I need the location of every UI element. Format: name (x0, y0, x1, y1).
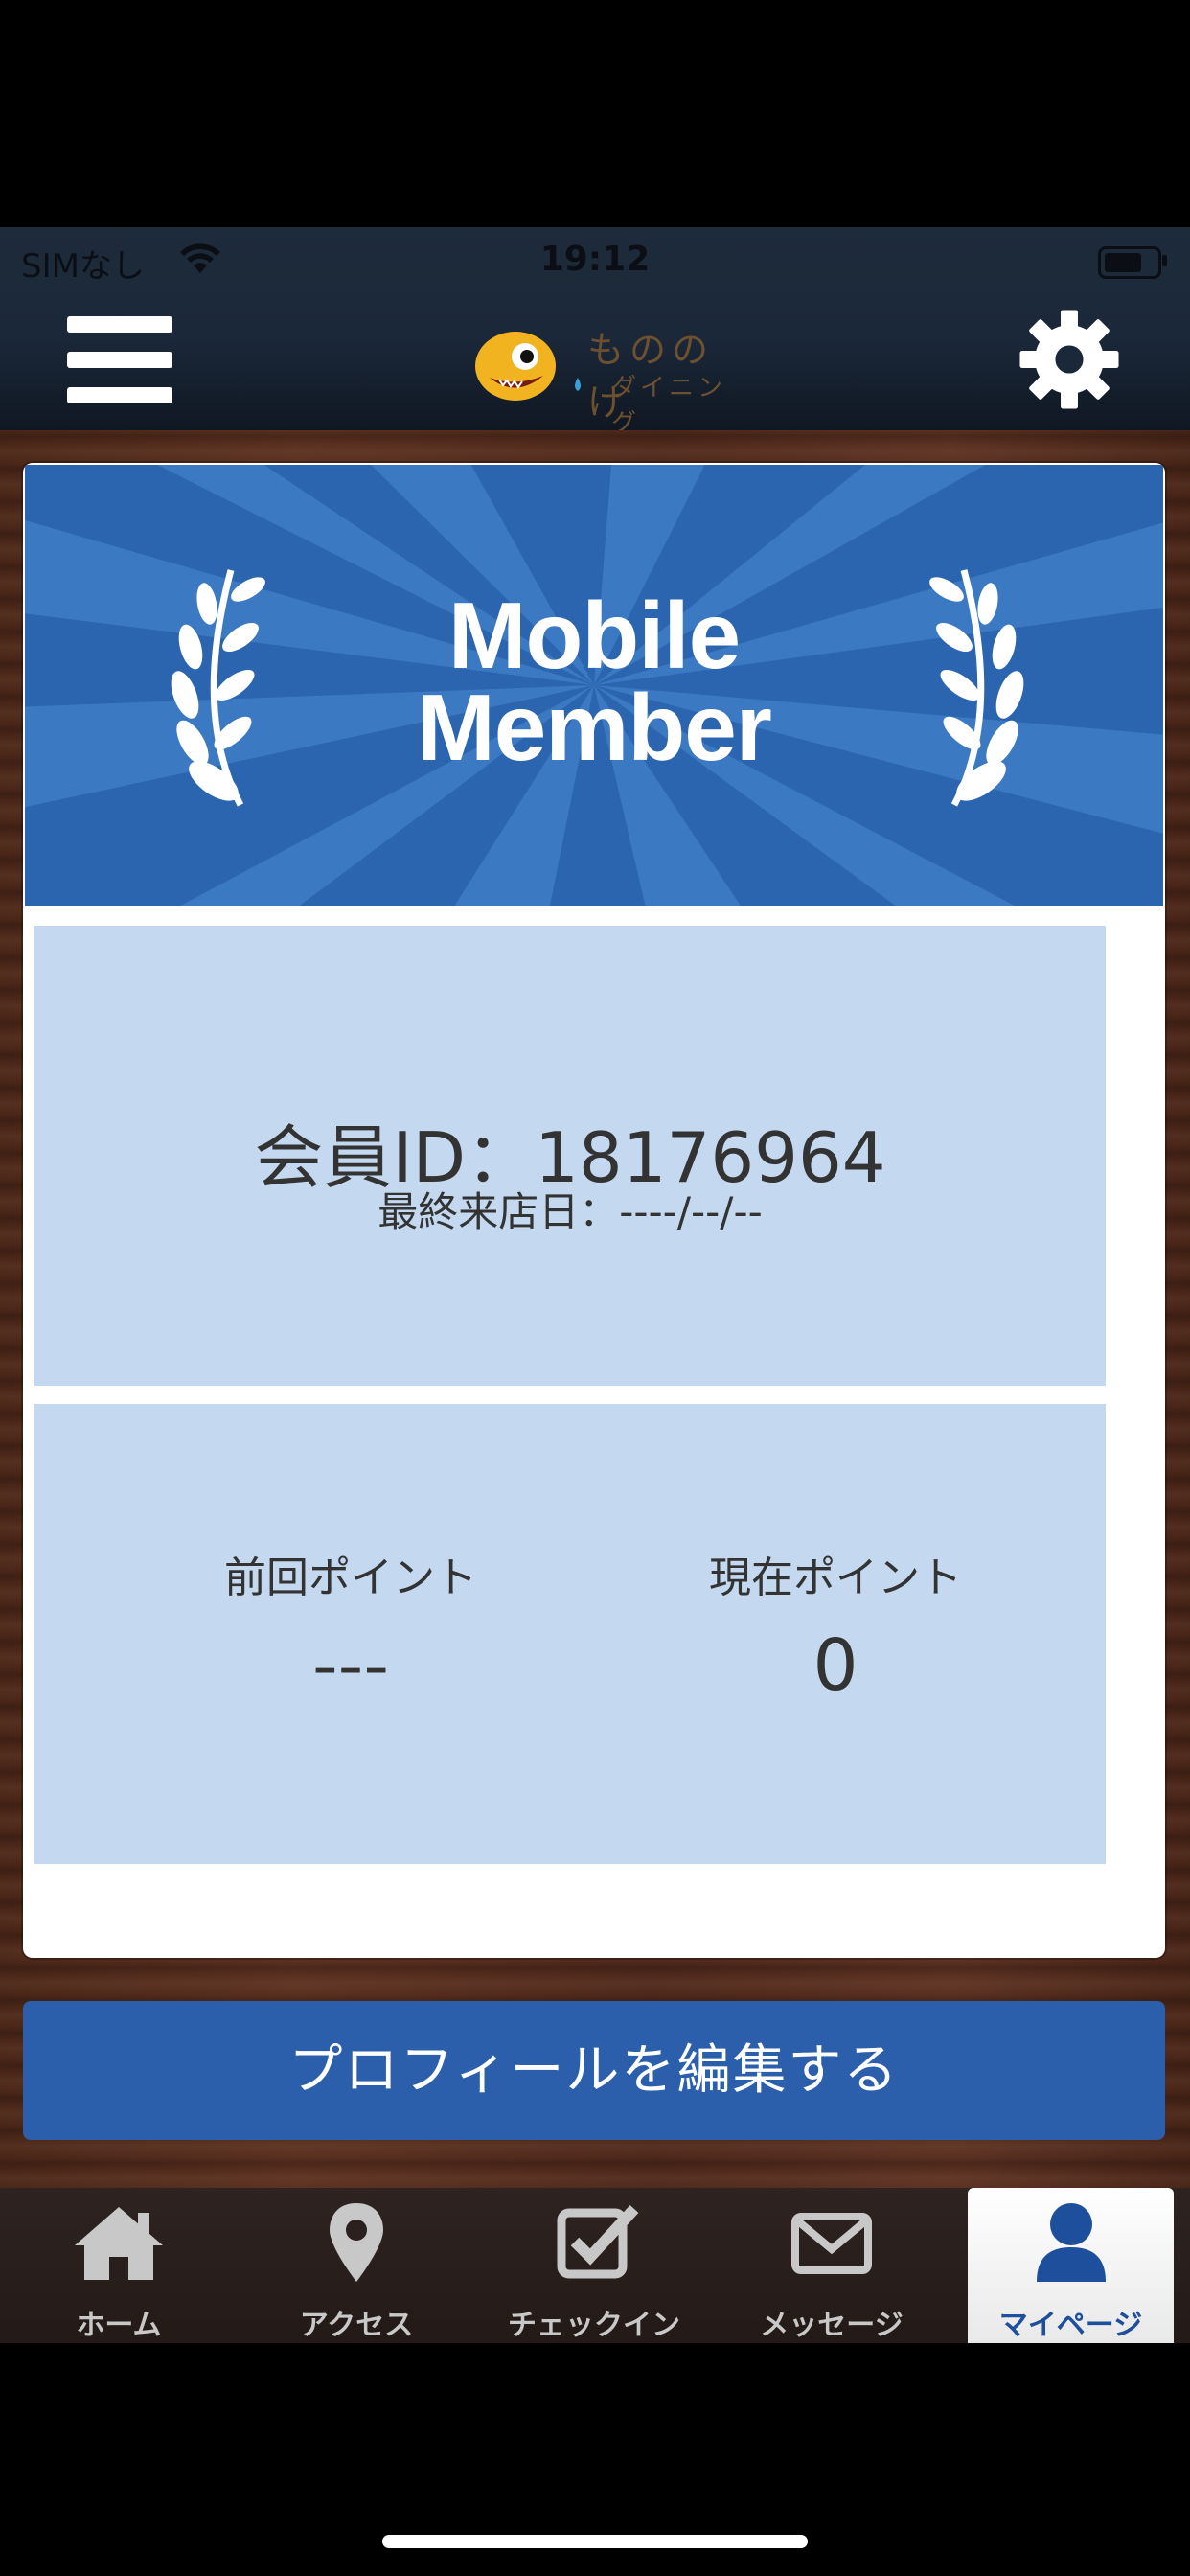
banner-title: Mobile Member (25, 583, 1163, 780)
home-indicator[interactable] (382, 2535, 808, 2548)
mobile-member-banner: Mobile Member (25, 465, 1163, 906)
current-points-label: 現在ポイント (709, 1553, 962, 1602)
tab-home-label: ホーム (76, 2309, 162, 2342)
checkbox-icon (557, 2204, 639, 2279)
map-pin-icon (330, 2203, 383, 2282)
menu-button[interactable] (67, 316, 172, 404)
home-icon (75, 2207, 163, 2280)
tab-mypage-label: マイページ (998, 2309, 1143, 2342)
hamburger-icon-bar (67, 316, 172, 333)
logo-text-line2: ダイニング (611, 374, 727, 438)
tab-checkin[interactable]: チェックイン (475, 2188, 713, 2343)
member-id-panel: 会員ID：18176964 最終来店日：----/--/-- (34, 926, 1106, 1386)
current-points-value: 0 (812, 1624, 858, 1707)
brand-logo: もののけ ダイニング (472, 318, 741, 438)
status-bar: SIMなし 19:12 (0, 227, 1190, 294)
clock: 19:12 (539, 240, 651, 279)
tab-access-label: アクセス (299, 2309, 414, 2342)
banner-title-line1: Mobile (447, 583, 741, 688)
banner-title-line2: Member (417, 675, 772, 780)
tab-mypage[interactable]: マイページ (968, 2188, 1174, 2343)
last-visit-date: 最終来店日：----/--/-- (378, 1188, 763, 1235)
hamburger-icon-bar (67, 387, 172, 403)
monster-mascot-icon (475, 332, 581, 401)
hamburger-icon-bar (67, 352, 172, 368)
previous-points-value: --- (311, 1624, 390, 1707)
tab-home[interactable]: ホーム (0, 2188, 238, 2343)
battery-cap (1162, 255, 1167, 266)
tab-messages-label: メッセージ (760, 2309, 904, 2342)
app-header: SIMなし 19:12 もののけ ダイニング (0, 227, 1190, 438)
person-icon (1037, 2203, 1106, 2282)
gear-icon[interactable] (1016, 306, 1123, 413)
battery-icon (1098, 246, 1161, 279)
bottom-tab-bar: ホーム アクセス チェックイン メッセージ マイページ (0, 2188, 1190, 2343)
tab-messages[interactable]: メッセージ (713, 2188, 950, 2343)
edit-profile-button[interactable]: プロフィールを編集する (23, 2001, 1165, 2140)
points-panel: 前回ポイント --- 現在ポイント 0 (34, 1404, 1106, 1864)
app-screen: SIMなし 19:12 もののけ ダイニング Mobile Member 会員I… (0, 227, 1190, 2343)
tab-checkin-label: チェックイン (508, 2309, 680, 2342)
tab-access[interactable]: アクセス (238, 2188, 475, 2343)
envelope-icon (791, 2213, 872, 2274)
previous-points-label: 前回ポイント (224, 1553, 477, 1602)
